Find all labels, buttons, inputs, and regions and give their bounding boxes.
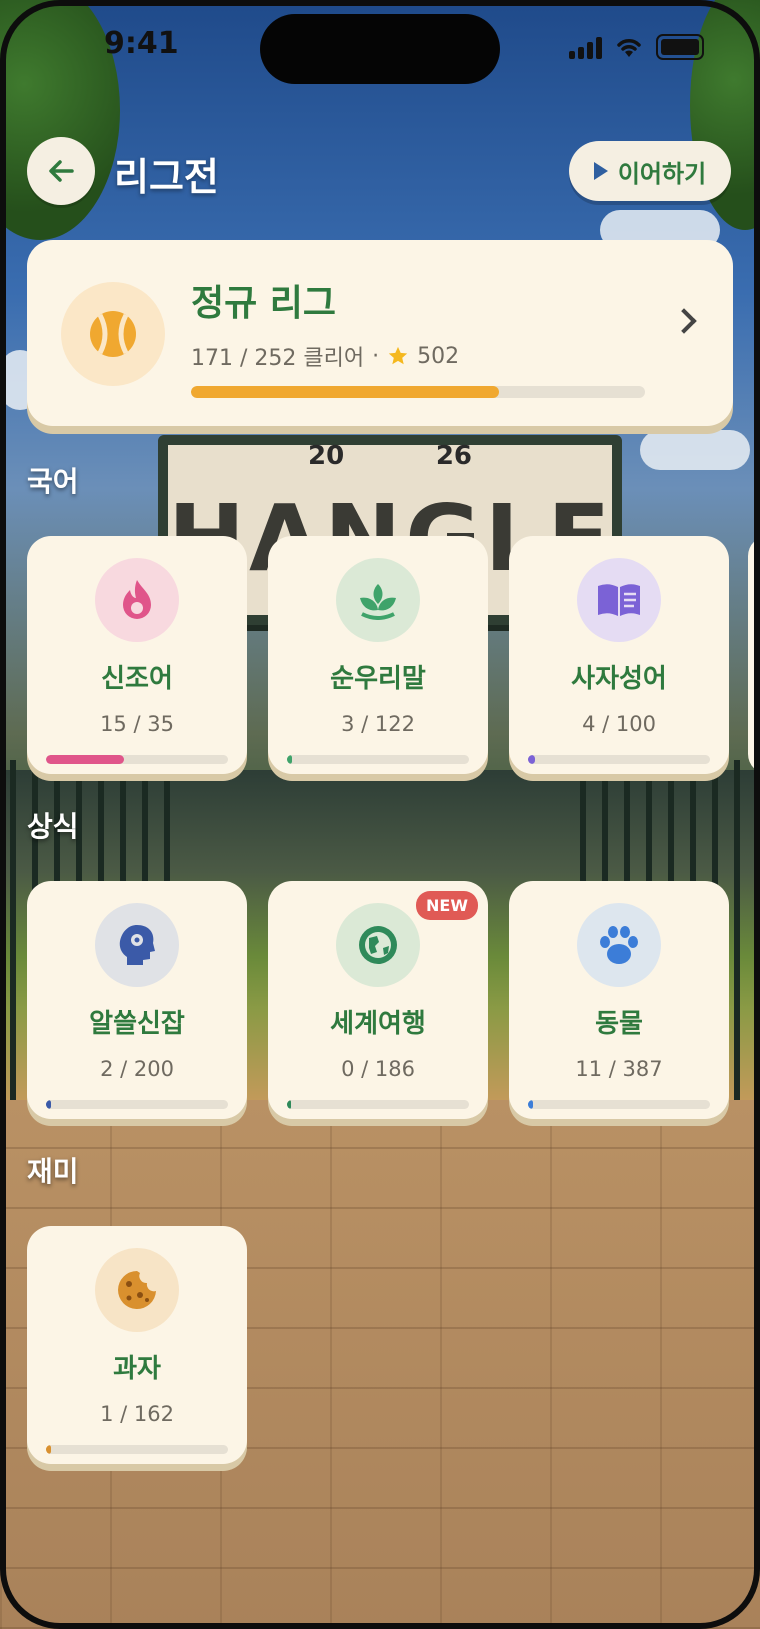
- category-card[interactable]: 순우리말 3 / 122: [268, 536, 488, 774]
- category-card[interactable]: 사자성어 4 / 100: [509, 536, 729, 774]
- category-progress-fill: [528, 1100, 534, 1109]
- sign-year-right: 26: [435, 441, 472, 471]
- regular-league-card[interactable]: 정규 리그 171 / 252 클리어 · 502: [27, 240, 733, 426]
- category-count: 4 / 100: [582, 712, 656, 736]
- category-count: 11 / 387: [575, 1057, 663, 1081]
- globe-icon: [357, 924, 399, 966]
- category-progress-bar: [46, 1445, 228, 1454]
- league-stats: 171 / 252 클리어 · 502: [191, 340, 459, 372]
- dynamic-island: [260, 14, 500, 84]
- category-progress-fill: [287, 1100, 291, 1109]
- category-name: 동물: [595, 1009, 643, 1039]
- cloud: [640, 430, 750, 470]
- category-icon-circle: [336, 558, 420, 642]
- category-progress-bar: [287, 755, 469, 764]
- chevron-right-icon: [671, 308, 697, 334]
- page-title: 리그전: [114, 155, 219, 199]
- category-card[interactable]: 동물 11 / 387: [509, 881, 729, 1119]
- category-progress-bar: [46, 755, 228, 764]
- cookie-icon: [116, 1269, 158, 1311]
- category-count: 15 / 35: [100, 712, 174, 736]
- section-title: 재미: [27, 1155, 79, 1188]
- category-progress-fill: [46, 755, 124, 764]
- category-progress-bar: [528, 755, 710, 764]
- sign-year: 20 26: [308, 441, 472, 471]
- league-separator: ·: [372, 343, 380, 369]
- category-name: 순우리말: [330, 664, 426, 694]
- category-icon-circle: [95, 1248, 179, 1332]
- league-icon-wrap: [61, 282, 165, 386]
- flame-icon: [117, 578, 157, 622]
- star-icon: [388, 346, 408, 365]
- category-progress-fill: [46, 1445, 52, 1454]
- category-count: 2 / 200: [100, 1057, 174, 1081]
- category-card[interactable]: 신조어 15 / 35: [27, 536, 247, 774]
- resume-button[interactable]: 이어하기: [569, 141, 731, 201]
- book-icon: [596, 582, 642, 618]
- arrow-left-icon: [49, 160, 74, 182]
- section-title: 국어: [27, 465, 79, 498]
- category-name: 사자성어: [571, 664, 667, 694]
- back-button[interactable]: [27, 137, 95, 205]
- category-card[interactable]: 세계여행 0 / 186 NEW: [268, 881, 488, 1119]
- category-card[interactable]: 과자 1 / 162: [27, 1226, 247, 1464]
- baseball-icon: [90, 311, 136, 357]
- battery-icon: [656, 34, 704, 60]
- category-progress-bar: [46, 1100, 228, 1109]
- league-title: 정규 리그: [191, 283, 337, 324]
- category-name: 신조어: [101, 664, 173, 694]
- play-icon: [593, 162, 608, 180]
- category-name: 세계여행: [330, 1009, 426, 1039]
- category-progress-fill: [528, 755, 536, 764]
- category-progress-fill: [46, 1100, 52, 1109]
- resume-label: 이어하기: [617, 159, 707, 188]
- new-badge: NEW: [416, 891, 478, 920]
- section-title: 상식: [27, 810, 79, 843]
- category-name: 알쓸신잡: [89, 1009, 185, 1039]
- league-progress-bar: [191, 386, 645, 398]
- category-icon-circle: [336, 903, 420, 987]
- category-progress-fill: [287, 755, 293, 764]
- brain-gear-icon: [117, 923, 157, 967]
- status-time: 9:41: [104, 26, 179, 61]
- category-icon-circle: [577, 903, 661, 987]
- league-stars: 502: [417, 343, 460, 369]
- league-progress-fill: [191, 386, 500, 398]
- category-icon-circle: [577, 558, 661, 642]
- cellular-signal-icon: [569, 35, 602, 59]
- sign-year-left: 20: [308, 441, 345, 471]
- category-count: 3 / 122: [341, 712, 415, 736]
- category-name: 과자: [113, 1354, 161, 1384]
- league-screen: 20 26 HANGLE 9:41 리그전 이어하기: [0, 0, 760, 1629]
- category-progress-bar: [287, 1100, 469, 1109]
- league-progress-text: 171 / 252 클리어: [191, 346, 365, 371]
- category-progress-bar: [528, 1100, 710, 1109]
- category-icon-circle: [95, 558, 179, 642]
- status-icons: [569, 34, 704, 60]
- category-icon-circle: [95, 903, 179, 987]
- paw-icon: [597, 924, 641, 966]
- category-count: 1 / 162: [100, 1402, 174, 1426]
- category-card[interactable]: 알쓸신잡 2 / 200: [27, 881, 247, 1119]
- wifi-icon: [617, 39, 641, 57]
- next-card-peek[interactable]: [748, 536, 760, 774]
- sprout-icon: [356, 580, 400, 620]
- category-count: 0 / 186: [341, 1057, 415, 1081]
